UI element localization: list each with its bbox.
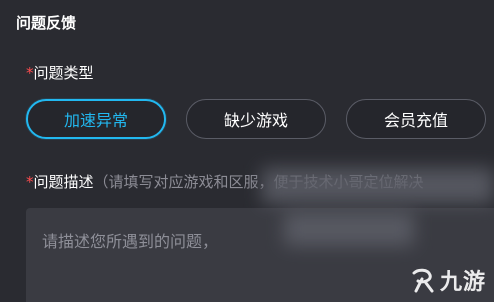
blurred-region — [284, 212, 414, 246]
required-mark: * — [26, 173, 34, 191]
watermark-logo: 九游 — [408, 264, 486, 296]
option-speed-abnormal[interactable]: 加速异常 — [26, 99, 166, 139]
watermark-text: 九游 — [439, 270, 486, 295]
option-missing-game[interactable]: 缺少游戏 — [186, 99, 326, 139]
required-mark: * — [26, 64, 34, 82]
description-placeholder: 请描述您所遇到的问题， — [42, 232, 219, 251]
problem-type-label: *问题类型 — [26, 62, 94, 83]
problem-type-options: 加速异常 缺少游戏 会员充值 — [26, 99, 486, 139]
option-membership-recharge[interactable]: 会员充值 — [346, 99, 486, 139]
blurred-region — [262, 168, 494, 204]
problem-type-label-text: 问题类型 — [33, 64, 94, 82]
nine-game-logo-icon — [412, 268, 434, 293]
page-title: 问题反馈 — [16, 14, 77, 32]
description-label-text: 问题描述 — [33, 173, 94, 191]
